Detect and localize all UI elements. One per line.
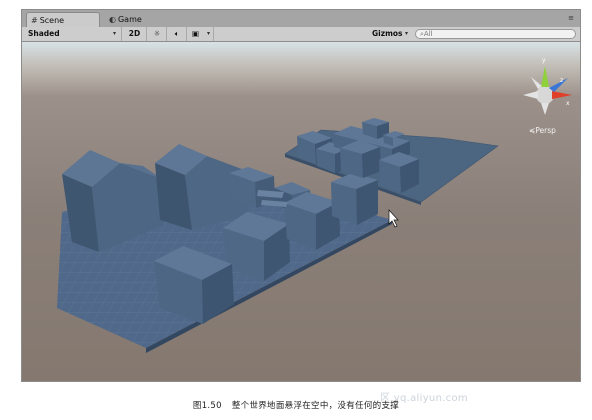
tab-game-label: Game [117, 15, 142, 24]
gizmo-axis-y: y [542, 57, 546, 64]
scene-render: y z x [22, 42, 580, 381]
search-placeholder: All [423, 30, 433, 38]
chevron-down-icon: ▾ [113, 30, 117, 37]
mode-2d-toggle[interactable]: 2D [123, 27, 147, 41]
tab-scene-label: Scene [39, 16, 65, 25]
tab-game[interactable]: ◐ Game [105, 12, 165, 27]
projection-text: Persp [535, 126, 556, 135]
tab-scene[interactable]: # Scene [26, 12, 100, 27]
effects-dropdown[interactable]: ▣ [188, 27, 214, 41]
sun-icon[interactable]: ☼ [148, 27, 167, 41]
tab-bar: # Scene ◐ Game ≡ [22, 10, 580, 27]
gizmo-axis-x: x [566, 100, 570, 107]
projection-label[interactable]: ≼Persp [529, 126, 556, 135]
shading-mode-label: Shaded [28, 29, 60, 38]
grid-hash-icon: # [31, 16, 38, 25]
chevron-down-icon: ▾ [405, 30, 409, 37]
pacman-icon: ◐ [109, 15, 116, 24]
caption-text: 整个世界地面悬浮在空中，没有任何的支撑 [231, 401, 400, 411]
caption-number: 图1.50 [192, 401, 222, 411]
gizmos-label: Gizmos [372, 29, 403, 38]
shading-mode-dropdown[interactable]: Shaded [22, 27, 122, 41]
chevron-down-icon: ▾ [207, 30, 211, 37]
scene-toolbar: Shaded ▾ 2D ☼ 🔈︎ ▣ ▾ Gizmos ▾ ⌕All [22, 27, 580, 42]
gizmo-axis-z: z [560, 77, 563, 84]
window-menu-icon[interactable]: ≡ [566, 14, 576, 23]
search-input[interactable]: ⌕All [415, 29, 576, 39]
scene-viewport[interactable]: y z x ≼Persp [22, 42, 580, 381]
scene-window: # Scene ◐ Game ≡ Shaded ▾ 2D ☼ 🔈︎ ▣ ▾ Gizm… [21, 9, 581, 382]
speaker-icon[interactable]: 🔈︎ [168, 27, 187, 41]
figure-caption: 图1.50 整个世界地面悬浮在空中，没有任何的支撑 [0, 399, 592, 411]
image-icon: ▣ [192, 29, 200, 38]
mode-2d-label: 2D [128, 29, 141, 38]
